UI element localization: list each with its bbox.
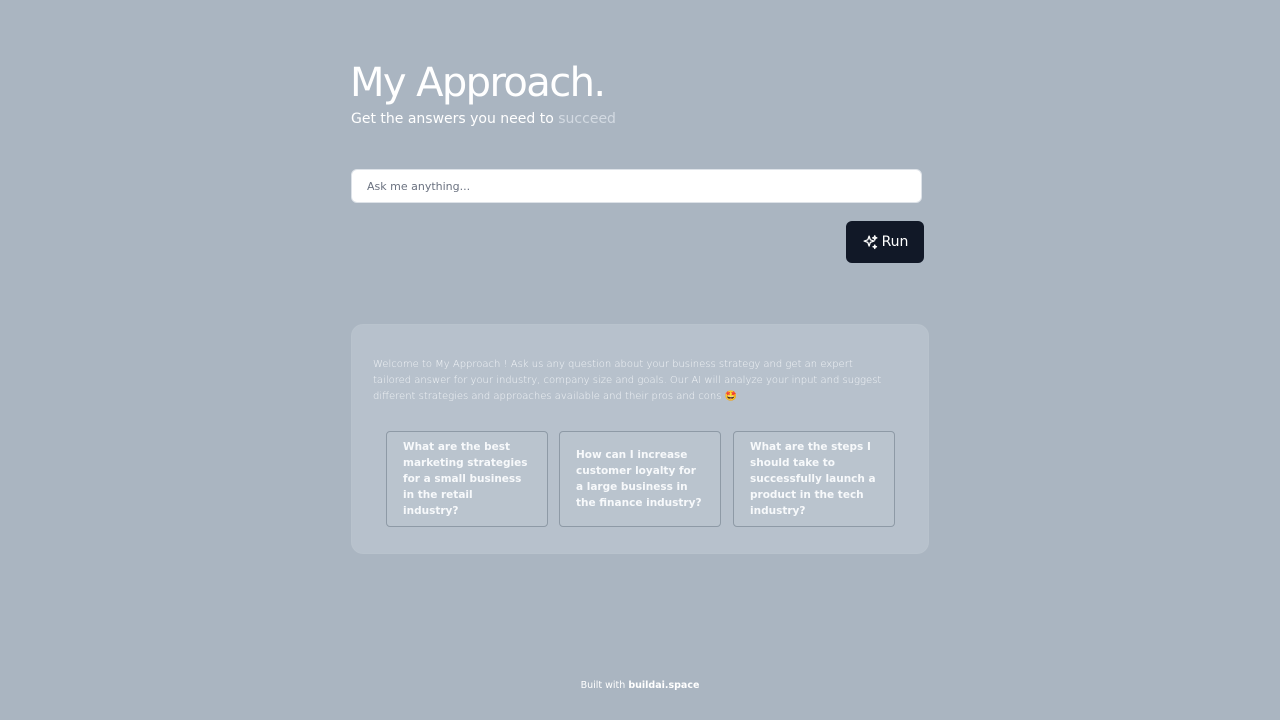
footer-link[interactable]: buildai.space <box>628 680 699 691</box>
subtitle-accent: succeed <box>558 111 616 127</box>
suggestion-button[interactable]: What are the best marketing strategies f… <box>386 431 548 527</box>
suggestion-label: What are the best marketing strategies f… <box>403 441 528 517</box>
run-button[interactable]: Run <box>846 221 924 263</box>
subtitle-text: Get the answers you need to <box>351 111 559 127</box>
suggestion-button[interactable]: What are the steps I should take to succ… <box>733 431 895 527</box>
page: My Approach. Get the answers you need to… <box>0 0 1280 720</box>
suggestion-label: What are the steps I should take to succ… <box>750 441 876 517</box>
welcome-text: Welcome to My Approach ! Ask us any ques… <box>373 359 882 402</box>
footer-text: Built with <box>580 680 629 691</box>
search-input[interactable] <box>351 169 922 203</box>
welcome-card: Welcome to My Approach ! Ask us any ques… <box>351 324 929 554</box>
footer: Built with buildai.space <box>0 680 1280 691</box>
page-subtitle: Get the answers you need to succeed <box>351 110 616 128</box>
suggestion-label: How can I increase customer loyalty for … <box>576 449 702 509</box>
run-button-label: Run <box>881 234 909 250</box>
sparkles-icon <box>862 234 879 251</box>
suggestion-button[interactable]: How can I increase customer loyalty for … <box>559 431 721 527</box>
page-title: My Approach. <box>350 60 606 106</box>
